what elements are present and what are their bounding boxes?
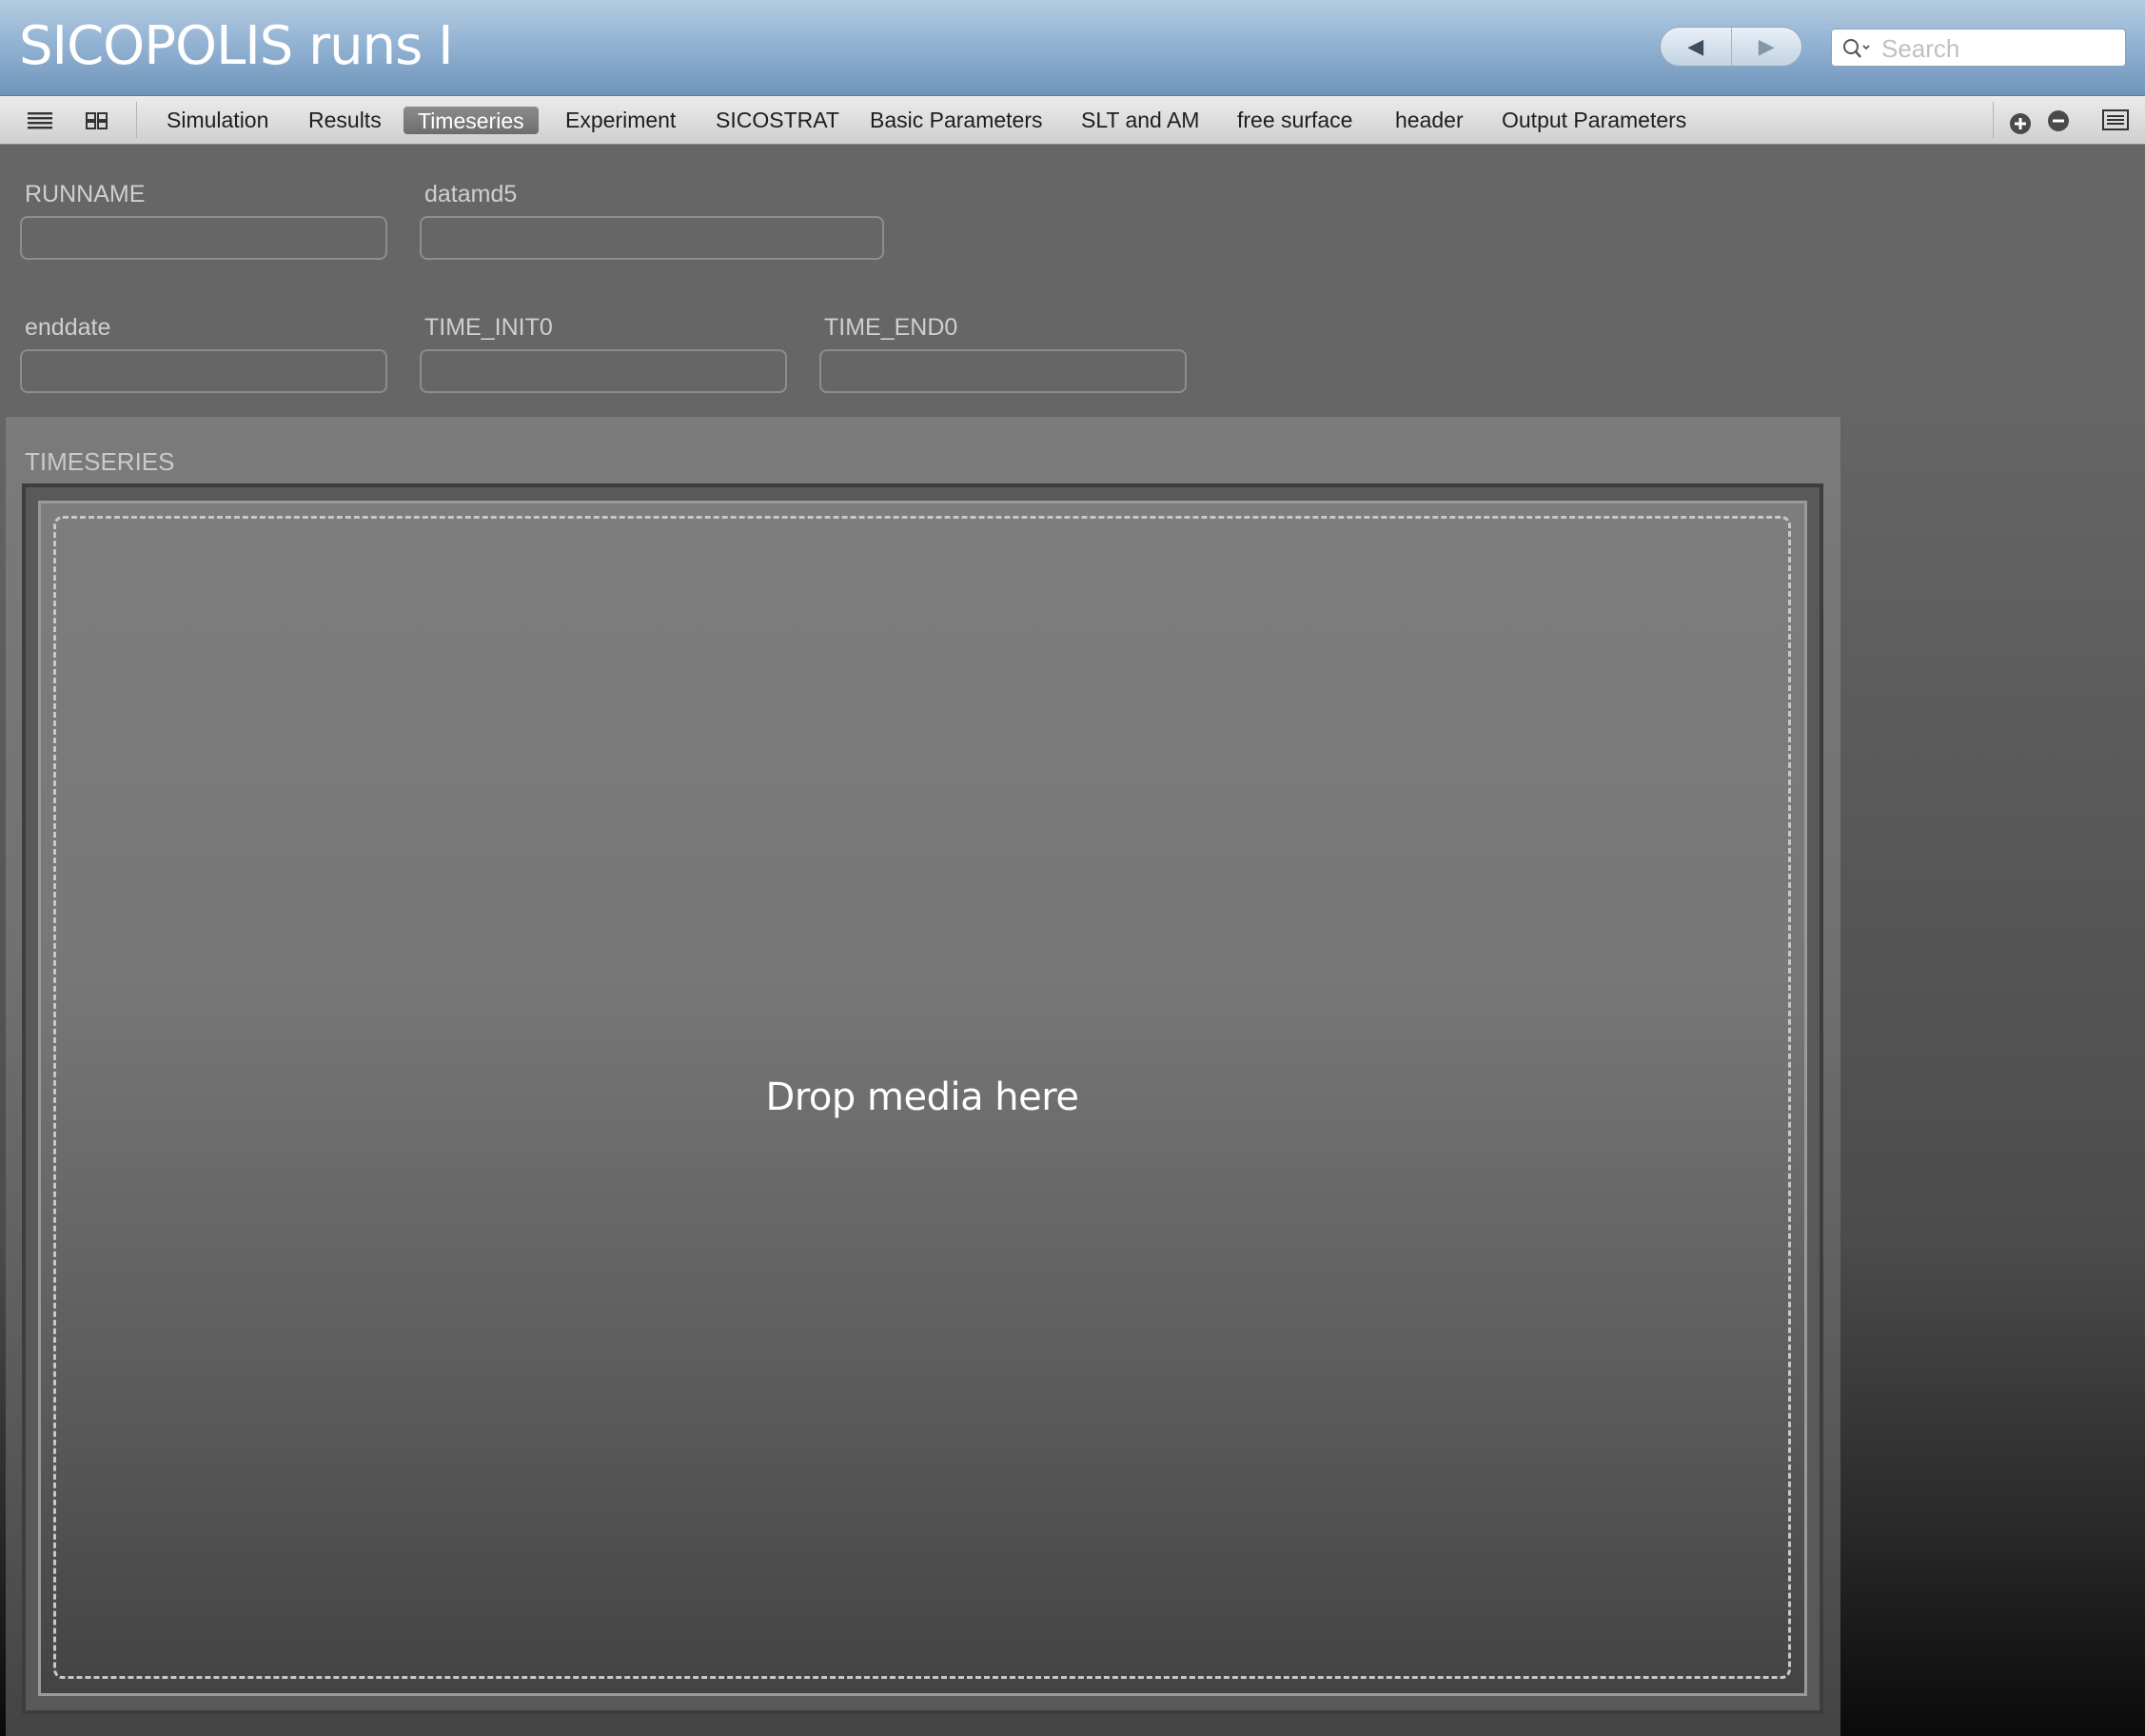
drop-media-hint: Drop media here [765, 1075, 1079, 1119]
time-init0-label: TIME_INIT0 [424, 314, 553, 341]
minus-circle-icon[interactable] [2046, 108, 2071, 133]
back-button[interactable]: ◀ [1661, 28, 1731, 66]
enddate-label: enddate [25, 314, 111, 341]
runname-field[interactable] [20, 216, 387, 260]
datamd5-label: datamd5 [424, 181, 518, 207]
list-view-icon[interactable] [26, 107, 54, 133]
app-title: SICOPOLIS runs I [19, 15, 454, 77]
toolbar-separator [1993, 102, 1994, 138]
sidebar-list-icon[interactable] [2101, 108, 2130, 132]
grid-view-icon[interactable] [83, 107, 111, 133]
search-field[interactable] [1831, 29, 2126, 67]
datamd5-field[interactable] [420, 216, 884, 260]
tab-experiment[interactable]: Experiment [565, 106, 676, 134]
tab-output-parameters[interactable]: Output Parameters [1502, 106, 1686, 134]
tab-timeseries[interactable]: Timeseries [403, 107, 539, 134]
time-end0-label: TIME_END0 [824, 314, 958, 341]
tab-results[interactable]: Results [308, 106, 382, 134]
navigation-segmented-control: ◀ ▶ [1660, 27, 1802, 67]
tab-simulation[interactable]: Simulation [167, 106, 268, 134]
time-end0-field[interactable] [819, 349, 1187, 393]
title-bar: SICOPOLIS runs I ◀ ▶ [0, 0, 2145, 96]
tab-slt-and-am[interactable]: SLT and AM [1081, 106, 1199, 134]
arrow-left-icon: ◀ [1687, 34, 1704, 58]
tab-basic-parameters[interactable]: Basic Parameters [870, 106, 1043, 134]
search-icon[interactable] [1841, 37, 1874, 60]
arrow-right-icon: ▶ [1758, 34, 1775, 58]
runname-label: RUNNAME [25, 181, 146, 207]
search-input[interactable] [1879, 32, 2121, 65]
tab-header[interactable]: header [1395, 106, 1464, 134]
tab-sicostrat[interactable]: SICOSTRAT [716, 106, 839, 134]
plus-circle-icon[interactable] [2008, 111, 2033, 136]
timeseries-label: TIMESERIES [25, 447, 175, 476]
enddate-field[interactable] [20, 349, 387, 393]
forward-button[interactable]: ▶ [1730, 28, 1802, 66]
tab-free-surface[interactable]: free surface [1237, 106, 1352, 134]
toolbar-separator [136, 102, 137, 138]
time-init0-field[interactable] [420, 349, 787, 393]
